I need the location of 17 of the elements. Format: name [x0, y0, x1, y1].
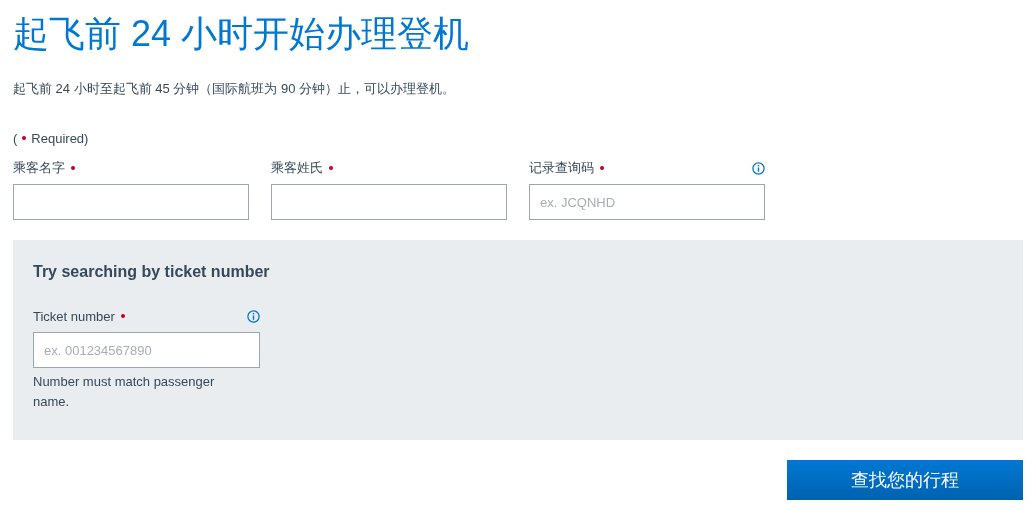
panel-heading: Try searching by ticket number [33, 262, 270, 282]
field-label: 乘客名字 [13, 159, 65, 177]
input-field[interactable] [271, 184, 507, 220]
field-label: Ticket number [33, 308, 115, 324]
field-label: 乘客姓氏 [271, 159, 323, 177]
required-note: Required) [31, 130, 89, 146]
input-field[interactable]: ex. JCQNHD [529, 184, 765, 220]
info-icon[interactable] [247, 309, 260, 323]
input-field[interactable] [13, 184, 249, 220]
paren: ( [13, 130, 18, 146]
field-label: 记录查询码 [529, 159, 594, 177]
input-field[interactable]: ex. 001234567890 [33, 332, 260, 368]
find-trip-button[interactable]: 查找您的行程 [787, 460, 1023, 500]
intro-text: 起飞前 24 小时至起飞前 45 分钟（国际航班为 90 分钟）止，可以办理登机。 [13, 80, 456, 98]
info-icon[interactable] [752, 161, 765, 175]
page-title: 起飞前 24 小时开始办理登机 [13, 12, 470, 56]
hint-text: Number must match passenger name. [33, 373, 216, 411]
